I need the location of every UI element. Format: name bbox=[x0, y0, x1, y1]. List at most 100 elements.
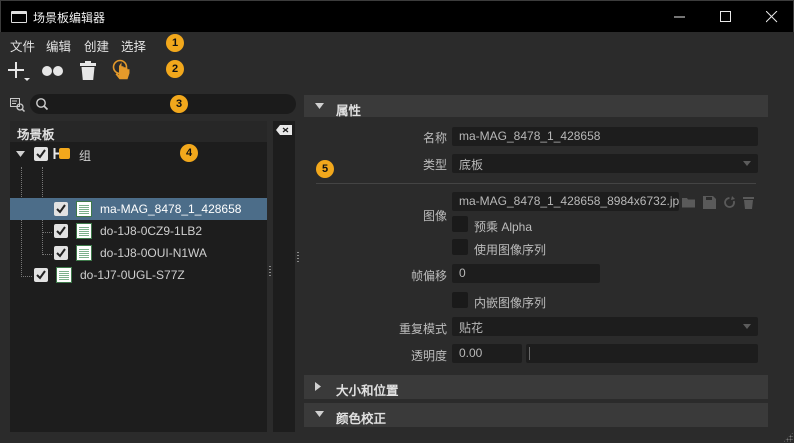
tag-label-icon[interactable] bbox=[275, 124, 293, 136]
callout-badge-1: 1 bbox=[166, 34, 184, 52]
opacity-slider[interactable] bbox=[526, 344, 758, 363]
frame-offset-field[interactable]: 0 bbox=[452, 264, 600, 283]
menu-file[interactable]: 文件 bbox=[10, 36, 35, 55]
callout-badge-5: 5 bbox=[316, 160, 334, 178]
divider bbox=[316, 183, 756, 184]
checkmark-icon bbox=[36, 149, 46, 159]
repeat-mode-dropdown[interactable]: 贴花 bbox=[452, 317, 758, 336]
section-title: 大小和位置 bbox=[336, 384, 399, 398]
callout-badge-3: 3 bbox=[170, 95, 188, 113]
minimize-button[interactable] bbox=[657, 1, 703, 32]
expand-arrow-icon[interactable] bbox=[16, 151, 26, 159]
search-icon bbox=[36, 98, 49, 111]
panel-splitter-handle[interactable] bbox=[297, 252, 299, 264]
type-dropdown[interactable]: 底板 bbox=[452, 154, 758, 173]
embed-sequence-checkbox[interactable] bbox=[452, 292, 468, 308]
reload-icon[interactable] bbox=[723, 196, 736, 209]
group-icon bbox=[53, 148, 70, 159]
repeat-mode-value: 贴花 bbox=[459, 321, 484, 335]
image-sequence-checkbox[interactable] bbox=[452, 239, 468, 255]
opacity-slider-handle[interactable] bbox=[529, 347, 530, 360]
name-field[interactable]: ma-MAG_8478_1_428658 bbox=[452, 127, 758, 146]
image-path-field[interactable]: ma-MAG_8478_1_428658_8984x6732.jpg bbox=[452, 192, 679, 211]
section-size-position-header[interactable]: 大小和位置 bbox=[304, 375, 768, 399]
image-thumbnail-icon bbox=[56, 267, 72, 283]
checkmark-icon bbox=[56, 204, 66, 214]
section-title: 颜色校正 bbox=[336, 412, 387, 426]
pick-button[interactable] bbox=[111, 58, 137, 84]
callout-badge-2: 2 bbox=[166, 60, 184, 78]
dropdown-arrow-icon bbox=[743, 324, 751, 329]
window-title: 场景板编辑器 bbox=[33, 11, 106, 25]
menu-select[interactable]: 选择 bbox=[121, 36, 146, 55]
add-button[interactable] bbox=[5, 58, 31, 84]
section-color-correction-header[interactable]: 颜色校正 bbox=[304, 403, 768, 427]
visibility-checkbox[interactable] bbox=[54, 246, 68, 260]
repeat-mode-label: 重复模式 bbox=[398, 322, 447, 336]
maximize-button[interactable] bbox=[703, 1, 749, 32]
embed-sequence-label: 内嵌图像序列 bbox=[474, 296, 547, 310]
add-icon bbox=[8, 62, 30, 81]
frame-offset-label: 帧偏移 bbox=[410, 269, 447, 283]
opacity-label: 透明度 bbox=[410, 349, 447, 363]
premultiply-alpha-checkbox[interactable] bbox=[452, 216, 468, 232]
opacity-field[interactable]: 0.00 bbox=[452, 344, 522, 363]
scene-tree: 场景板 组 ma-MAG_8478_1_428658 do-1J8-0CZ9-1… bbox=[10, 121, 267, 432]
dropdown-arrow-icon bbox=[743, 161, 751, 166]
delete-button[interactable] bbox=[76, 58, 102, 84]
tree-row-label: do-1J8-0OUI-N1WA bbox=[100, 246, 207, 260]
maximize-icon bbox=[720, 11, 731, 22]
premultiply-alpha-label: 预乘 Alpha bbox=[474, 220, 533, 234]
type-value: 底板 bbox=[459, 158, 484, 172]
close-icon bbox=[766, 11, 778, 23]
callout-badge-4: 4 bbox=[180, 144, 198, 162]
checkmark-icon bbox=[36, 270, 46, 280]
tree-row-label: do-1J7-0UGL-S77Z bbox=[80, 268, 185, 282]
close-button[interactable] bbox=[749, 1, 794, 32]
properties-panel: 属性 名称 ma-MAG_8478_1_428658 类型 底板 图像 ma-M… bbox=[300, 86, 794, 443]
properties-body: 名称 ma-MAG_8478_1_428658 类型 底板 图像 ma-MAG_… bbox=[304, 117, 768, 368]
tree-row-label: 组 bbox=[79, 149, 92, 163]
visibility-checkbox[interactable] bbox=[34, 268, 48, 282]
search-field[interactable] bbox=[30, 94, 296, 114]
title-bar: 场景板编辑器 bbox=[0, 0, 794, 32]
type-label: 类型 bbox=[422, 158, 447, 172]
minimize-icon bbox=[674, 16, 685, 18]
image-sequence-label: 使用图像序列 bbox=[474, 243, 547, 257]
tree-row-label: ma-MAG_8478_1_428658 bbox=[100, 202, 242, 216]
tree-splitter-handle[interactable] bbox=[269, 266, 271, 278]
visibility-checkbox[interactable] bbox=[54, 224, 68, 238]
image-thumbnail-icon bbox=[76, 201, 92, 217]
filter-button[interactable] bbox=[8, 95, 26, 113]
side-strip bbox=[273, 121, 295, 432]
app-window-icon bbox=[11, 11, 27, 23]
folder-icon[interactable] bbox=[682, 196, 695, 209]
name-label: 名称 bbox=[422, 131, 447, 145]
toolbar bbox=[0, 54, 794, 86]
expand-arrow-icon bbox=[315, 382, 321, 391]
collapse-arrow-icon bbox=[315, 103, 324, 109]
checkmark-icon bbox=[56, 248, 66, 258]
menu-bar: 文件 编辑 创建 选择 bbox=[0, 32, 794, 54]
image-thumbnail-icon bbox=[76, 245, 92, 261]
tree-row[interactable]: do-1J8-0OUI-N1WA bbox=[10, 242, 267, 264]
connect-icon bbox=[42, 66, 63, 76]
section-properties-header[interactable]: 属性 bbox=[304, 95, 768, 119]
save-icon[interactable] bbox=[703, 196, 716, 209]
tree-row-label: do-1J8-0CZ9-1LB2 bbox=[100, 224, 203, 238]
scene-tree-panel: 场景板 组 ma-MAG_8478_1_428658 do-1J8-0CZ9-1… bbox=[0, 86, 300, 443]
pick-hand-icon bbox=[112, 59, 130, 80]
visibility-checkbox[interactable] bbox=[54, 202, 68, 216]
visibility-checkbox[interactable] bbox=[34, 147, 48, 161]
filter-list-icon bbox=[10, 98, 26, 113]
menu-edit[interactable]: 编辑 bbox=[46, 36, 71, 55]
connect-button[interactable] bbox=[40, 58, 66, 84]
tree-row[interactable]: do-1J8-0CZ9-1LB2 bbox=[10, 220, 267, 242]
tree-row[interactable]: do-1J7-0UGL-S77Z bbox=[10, 264, 267, 286]
collapse-arrow-icon bbox=[315, 411, 324, 417]
menu-create[interactable]: 创建 bbox=[84, 36, 109, 55]
tree-row-group[interactable]: 组 bbox=[10, 143, 267, 165]
tree-header: 场景板 bbox=[10, 121, 267, 142]
trash-icon[interactable] bbox=[742, 196, 755, 209]
tree-row-selected[interactable]: ma-MAG_8478_1_428658 bbox=[10, 198, 267, 220]
